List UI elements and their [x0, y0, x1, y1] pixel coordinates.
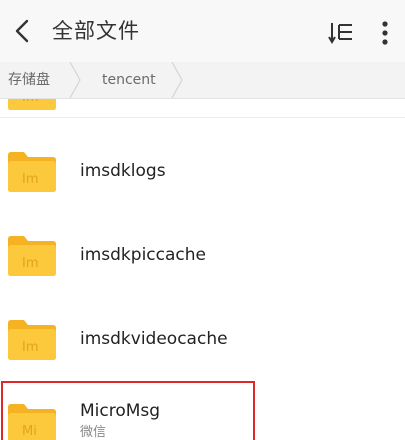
- file-name: MicroMsg: [80, 401, 161, 421]
- svg-text:Mi: Mi: [22, 424, 37, 439]
- list-item[interactable]: Mi MicroMsg 微信: [0, 391, 405, 440]
- file-subtitle: 微信: [80, 425, 107, 440]
- folder-icon: Im: [8, 99, 56, 110]
- folder-icon: Im: [8, 152, 56, 192]
- file-name: imsdklogs: [80, 161, 166, 181]
- svg-text:Im: Im: [22, 340, 39, 355]
- folder-icon: Im: [8, 320, 56, 360]
- folder-icon: Im: [8, 236, 56, 276]
- svg-text:Im: Im: [22, 172, 39, 187]
- breadcrumb-item-storage[interactable]: 存储盘: [8, 62, 50, 98]
- breadcrumb-separator-icon: [69, 62, 81, 98]
- breadcrumb: 存储盘 tencent: [0, 62, 405, 99]
- svg-text:Im: Im: [22, 99, 39, 105]
- page-title: 全部文件: [52, 19, 140, 43]
- list-item[interactable]: Im imsdkpiccache: [0, 223, 405, 289]
- file-name: imsdkvideocache: [80, 329, 228, 349]
- svg-text:Im: Im: [22, 256, 39, 271]
- chevron-left-icon: [15, 19, 29, 43]
- more-vert-icon: [382, 21, 388, 45]
- sort-icon: [328, 23, 352, 44]
- list-item[interactable]: Im imsdkvideocache: [0, 307, 405, 373]
- list-item[interactable]: Im imsdklogs: [0, 139, 405, 205]
- breadcrumb-item-tencent[interactable]: tencent: [102, 62, 156, 98]
- more-options-button[interactable]: [372, 16, 398, 50]
- top-app-bar: 全部文件: [0, 0, 405, 62]
- divider: [0, 117, 405, 118]
- back-button[interactable]: [6, 14, 40, 48]
- file-name: imsdkpiccache: [80, 245, 206, 265]
- file-list: Im Im imsdklogs Im imsdkpiccache: [0, 99, 405, 440]
- breadcrumb-separator-icon: [171, 62, 183, 98]
- folder-icon: Mi: [8, 404, 56, 440]
- list-item[interactable]: Im: [0, 99, 405, 119]
- file-manager-screen: 全部文件 存储盘 tencent Im imsdklogs Im imsdkpi…: [0, 0, 405, 440]
- sort-button[interactable]: [326, 18, 356, 48]
